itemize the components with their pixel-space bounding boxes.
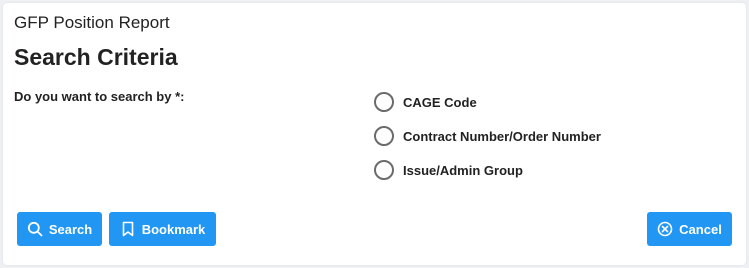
bookmark-icon [120,221,136,237]
report-title: GFP Position Report [14,13,170,32]
radio-label: Issue/Admin Group [403,162,523,178]
search-button-label: Search [48,221,93,237]
bookmark-button[interactable]: Bookmark [109,212,216,246]
radio-label: CAGE Code [403,94,477,110]
radio-button-icon[interactable] [374,160,394,180]
cancel-button[interactable]: Cancel [647,212,732,246]
radio-label: Contract Number/Order Number [403,128,601,144]
cancel-button-label: Cancel [679,221,722,237]
radio-button-icon[interactable] [374,126,394,146]
bookmark-button-label: Bookmark [141,221,206,237]
search-by-radio-group: CAGE Code Contract Number/Order Number I… [372,85,601,187]
section-title: Search Criteria [14,44,178,70]
search-criteria-card: GFP Position Report Search Criteria Do y… [3,3,746,265]
radio-option-cage-code[interactable]: CAGE Code [372,85,601,119]
radio-button-icon[interactable] [374,92,394,112]
search-icon [27,221,43,237]
search-button[interactable]: Search [17,212,102,246]
radio-option-contract-number[interactable]: Contract Number/Order Number [372,119,601,153]
radio-option-issue-admin-group[interactable]: Issue/Admin Group [372,153,601,187]
search-by-question: Do you want to search by *: [14,89,185,104]
cancel-circle-icon [657,221,673,237]
